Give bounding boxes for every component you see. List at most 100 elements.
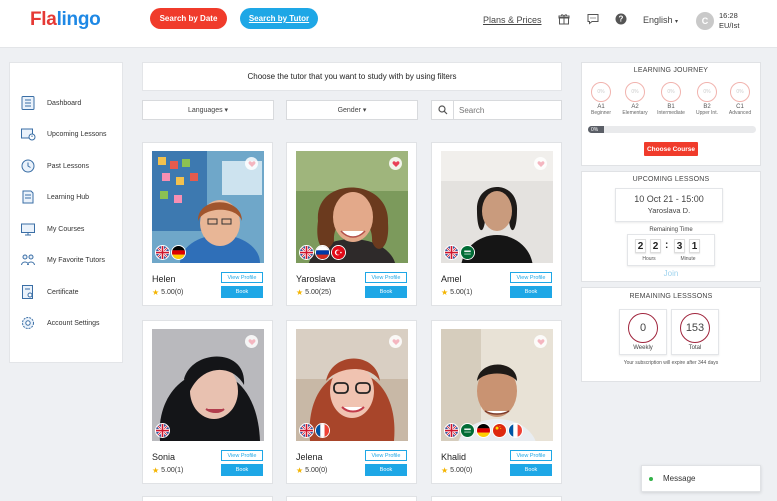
- countdown-hours-label: Hours: [642, 256, 656, 262]
- sidebar-item-label: Past Lessons: [47, 162, 90, 170]
- tutor-photo[interactable]: [296, 329, 408, 441]
- view-profile-button[interactable]: View Profile: [365, 272, 407, 283]
- logo-part-red: Fla: [30, 9, 57, 30]
- search-icon[interactable]: [432, 101, 454, 119]
- tutor-rating: ★ 5.00(0): [152, 288, 183, 297]
- clock-time: 16:28: [719, 11, 738, 20]
- favorite-heart-icon[interactable]: [534, 335, 547, 348]
- tutor-card: Jelena ★ 5.00(0) View Profile Book: [286, 320, 417, 484]
- sidebar-item-my-courses[interactable]: My Courses: [20, 219, 84, 239]
- tutor-name: Jelena: [296, 452, 323, 462]
- languages-label: Languages: [187, 106, 223, 114]
- sidebar-item-learning-hub[interactable]: Learning Hub: [20, 187, 89, 207]
- saudi-flag-icon: [460, 245, 475, 260]
- lesson-datetime: 10 Oct 21 - 15:00: [634, 194, 704, 204]
- sidebar-item-upcoming-lessons[interactable]: Upcoming Lessons: [20, 124, 107, 144]
- view-profile-button[interactable]: View Profile: [510, 272, 552, 283]
- tutor-card-partial: [142, 496, 273, 501]
- book-button[interactable]: Book: [510, 464, 552, 476]
- search-field: [431, 100, 562, 120]
- message-widget[interactable]: Message: [641, 465, 761, 492]
- china-flag-icon: [492, 423, 507, 438]
- search-by-date-button[interactable]: Search by Date: [150, 8, 227, 29]
- upcoming-lessons-title: UPCOMING LESSONS: [632, 176, 710, 183]
- tutor-card: Yaroslava ★ 5.00(25) View Profile Book: [286, 142, 417, 306]
- svg-text:?: ?: [619, 15, 624, 24]
- tutor-card-partial: [431, 496, 562, 501]
- help-icon[interactable]: ?: [615, 13, 627, 25]
- level-name: Intermediate: [657, 110, 685, 116]
- gender-dropdown[interactable]: Gender ▾: [286, 100, 418, 120]
- lesson-tutor: Yaroslava D.: [647, 206, 691, 215]
- sidebar-item-certificate[interactable]: Certificate: [20, 282, 79, 302]
- gender-label: Gender: [337, 106, 361, 114]
- logo[interactable]: Flalingo: [30, 9, 101, 31]
- subscription-expiry: Your subscription will expire after 344 …: [623, 360, 719, 366]
- sidebar-item-account-settings[interactable]: Account Settings: [20, 313, 100, 333]
- upcoming-lesson-card[interactable]: 10 Oct 21 - 15:00 Yaroslava D.: [615, 188, 723, 222]
- countdown-digit: 3: [674, 239, 685, 253]
- book-button[interactable]: Book: [365, 286, 407, 298]
- language-flags: [155, 245, 186, 260]
- view-profile-button[interactable]: View Profile: [221, 272, 263, 283]
- rating-value: 5.00(0): [450, 467, 473, 474]
- dashboard-icon: [21, 96, 35, 110]
- chat-icon[interactable]: [587, 13, 599, 25]
- level-name: Upper Int.: [696, 110, 718, 116]
- tutor-card: Helen ★ 5.00(0) View Profile Book: [142, 142, 273, 306]
- search-by-tutor-button[interactable]: Search by Tutor: [240, 8, 318, 29]
- sidebar-item-label: Upcoming Lessons: [47, 130, 107, 138]
- sidebar-item-favorite-tutors[interactable]: My Favorite Tutors: [20, 250, 105, 270]
- sidebar-item-label: Dashboard: [47, 99, 82, 107]
- book-button[interactable]: Book: [510, 286, 552, 298]
- heart-glyph: [537, 160, 545, 168]
- book-button[interactable]: Book: [221, 464, 263, 476]
- language-flags: [444, 423, 523, 438]
- star-icon: ★: [152, 466, 160, 475]
- uk-flag-icon: [444, 245, 459, 260]
- sidebar-item-past-lessons[interactable]: Past Lessons: [20, 156, 89, 176]
- book-button[interactable]: Book: [221, 286, 263, 298]
- star-icon: ★: [441, 466, 449, 475]
- favorite-heart-icon[interactable]: [389, 157, 402, 170]
- tutor-card: Amel ★ 5.00(1) View Profile Book: [431, 142, 562, 306]
- tutor-photo[interactable]: [441, 329, 553, 441]
- tutor-rating: ★ 5.00(1): [441, 288, 472, 297]
- tutor-photo[interactable]: [152, 329, 264, 441]
- level-percent: 0%: [625, 82, 645, 102]
- languages-dropdown[interactable]: Languages ▾: [142, 100, 274, 120]
- star-icon: ★: [296, 466, 304, 475]
- tutor-photo[interactable]: [296, 151, 408, 263]
- uk-flag-icon: [299, 245, 314, 260]
- join-button[interactable]: Join: [582, 269, 760, 278]
- learning-hub-icon: [22, 190, 34, 204]
- plans-prices-link[interactable]: Plans & Prices: [483, 15, 542, 25]
- weekly-label: Weekly: [633, 345, 653, 351]
- view-profile-button[interactable]: View Profile: [510, 450, 552, 461]
- sidebar-item-dashboard[interactable]: Dashboard: [20, 93, 81, 113]
- favorite-heart-icon[interactable]: [534, 157, 547, 170]
- tutor-name: Yaroslava: [296, 274, 336, 284]
- total-lessons: 153 Total: [671, 309, 719, 355]
- favorite-heart-icon[interactable]: [245, 157, 258, 170]
- top-header: Flalingo Search by Date Search by Tutor …: [0, 0, 777, 48]
- favorite-heart-icon[interactable]: [245, 335, 258, 348]
- tutor-photo[interactable]: [152, 151, 264, 263]
- favorite-heart-icon[interactable]: [389, 335, 402, 348]
- level-b2: 0% B2 Upper Int.: [692, 82, 722, 116]
- total-count: 153: [680, 313, 710, 343]
- choose-course-button[interactable]: Choose Course: [644, 142, 698, 156]
- sidebar-item-label: Learning Hub: [47, 193, 90, 201]
- turkey-flag-icon: [331, 245, 346, 260]
- view-profile-button[interactable]: View Profile: [221, 450, 263, 461]
- book-button[interactable]: Book: [365, 464, 407, 476]
- search-input[interactable]: [454, 105, 554, 115]
- view-profile-button[interactable]: View Profile: [365, 450, 407, 461]
- gift-icon[interactable]: [558, 13, 570, 25]
- language-selector[interactable]: English ▾: [643, 15, 678, 25]
- avatar[interactable]: C: [696, 12, 714, 30]
- remaining-lessons-panel: REMAINING LESSSONS 0 Weekly 153 Total Yo…: [581, 287, 761, 382]
- upcoming-lessons-icon: [21, 128, 36, 141]
- tutor-photo[interactable]: [441, 151, 553, 263]
- filter-instruction-bar: Choose the tutor that you want to study …: [142, 62, 562, 91]
